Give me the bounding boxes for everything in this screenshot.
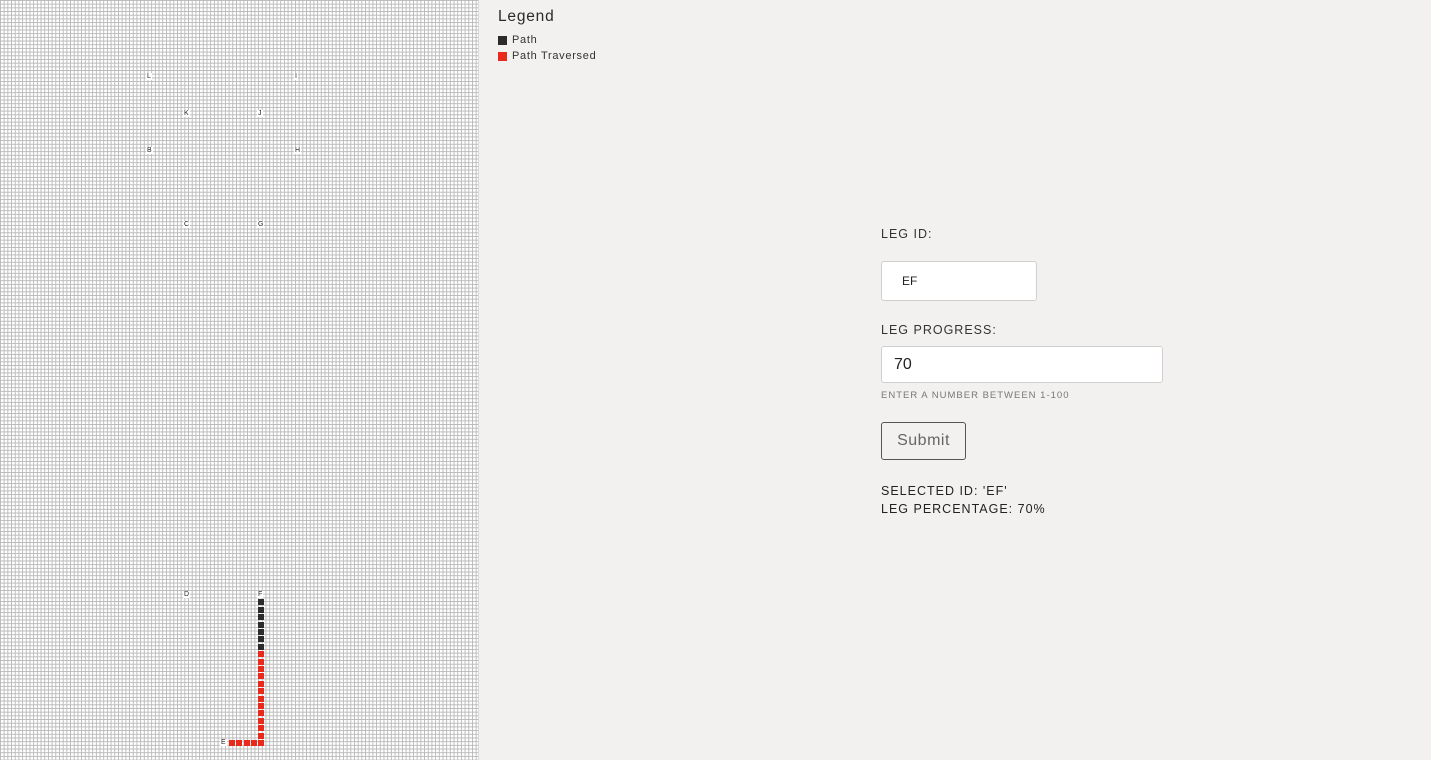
path-cell (258, 606, 264, 613)
path-cell-traversed (243, 740, 250, 746)
path-cell-traversed (258, 673, 264, 680)
node-label-h: H (294, 147, 302, 154)
legend-item-path: Path (498, 34, 596, 46)
path-cell-traversed (258, 688, 264, 695)
leg-form: LEG ID: LEG PROGRESS: ENTER A NUMBER BET… (881, 227, 1211, 518)
node-label-j: J (257, 110, 263, 117)
progress-helper-text: ENTER A NUMBER BETWEEN 1-100 (881, 390, 1070, 401)
path-cell-traversed (236, 740, 243, 746)
path-cell (258, 629, 264, 635)
path-cell-traversed (258, 732, 264, 739)
node-label-l: L (146, 73, 152, 80)
path-cell-traversed (258, 680, 264, 687)
legend: Legend Path Path Traversed (498, 8, 596, 66)
path-cell-traversed (251, 740, 258, 746)
leg-id-field[interactable] (881, 261, 1037, 301)
legend-item-path-traversed: Path Traversed (498, 50, 596, 62)
status-readout: SELECTED ID: 'EF' LEG PERCENTAGE: 70% (881, 482, 1211, 518)
legend-swatch-path (498, 35, 507, 45)
path-cell-traversed (258, 717, 264, 724)
leg-progress-label: LEG PROGRESS: (881, 323, 997, 337)
node-label-f: F (257, 591, 264, 598)
path-cell-traversed (258, 725, 264, 732)
path-cell-traversed (258, 740, 264, 746)
path-cell (258, 621, 264, 628)
path-cell-traversed (229, 740, 235, 746)
leg-progress-field[interactable] (881, 346, 1163, 383)
path-cell-traversed (258, 695, 264, 702)
grid-map: L I K J B H C G D F E (0, 0, 479, 760)
node-label-e: E (220, 739, 227, 746)
submit-button[interactable]: Submit (881, 422, 966, 460)
path-cell-traversed (258, 666, 264, 672)
path-cell-traversed (258, 658, 264, 665)
node-label-g: G (257, 221, 265, 228)
path-cell-traversed (258, 710, 264, 717)
legend-label-path: Path (512, 34, 538, 46)
path-cell-traversed (258, 703, 264, 709)
path-cell (258, 614, 264, 621)
legend-label-path-traversed: Path Traversed (512, 50, 597, 62)
path-cell (258, 599, 264, 606)
node-label-i: I (294, 73, 298, 80)
path-cell (258, 636, 264, 643)
path-cell-traversed (258, 651, 264, 658)
node-label-k: K (183, 110, 190, 117)
node-label-d: D (183, 591, 191, 598)
node-label-b: B (146, 147, 153, 154)
selected-id-text: SELECTED ID: 'EF' (881, 484, 1008, 498)
legend-swatch-path-traversed (498, 51, 507, 61)
path-cell (258, 643, 264, 650)
legend-title: Legend (498, 8, 555, 25)
node-label-c: C (183, 221, 191, 228)
leg-percentage-text: LEG PERCENTAGE: 70% (881, 502, 1046, 516)
leg-id-label: LEG ID: (881, 227, 933, 241)
